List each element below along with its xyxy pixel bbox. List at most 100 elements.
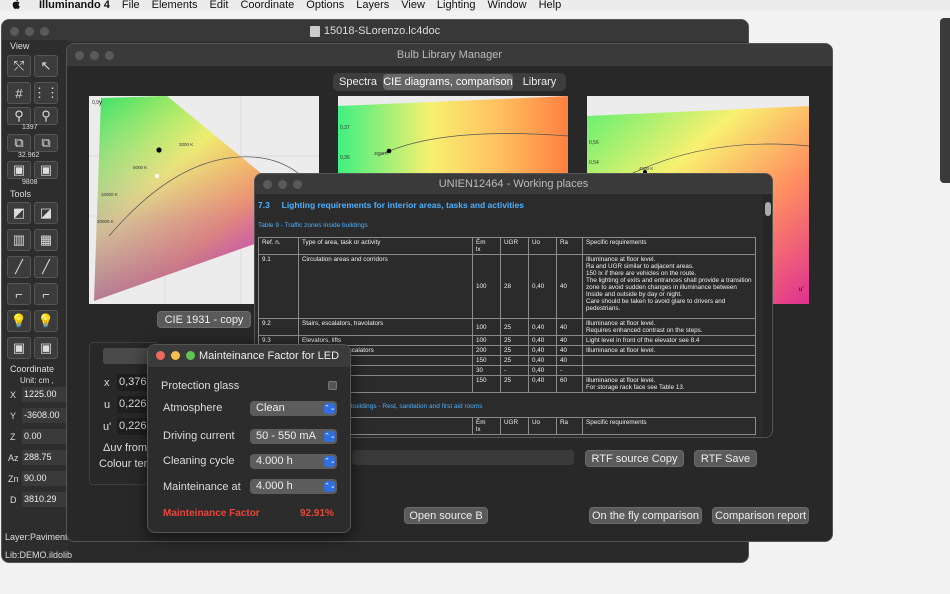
close-button[interactable] [263, 180, 272, 189]
close-button[interactable] [10, 27, 19, 36]
close-button[interactable] [156, 351, 165, 360]
grid-icon[interactable]: # [7, 82, 31, 104]
vertical-scrollbar[interactable] [763, 194, 772, 437]
table-cell: 25 [500, 355, 529, 366]
minimize-button[interactable] [171, 351, 180, 360]
select-arrow-icon: ⌃⌄ [324, 403, 336, 414]
coord-value-x[interactable]: 1225.00 [22, 387, 68, 402]
table-cell: 25 [500, 318, 529, 336]
rtf-save-button[interactable]: RTF Save [694, 450, 757, 467]
minimize-button[interactable] [25, 27, 34, 36]
cleaning-cycle-select[interactable]: 4.000 h ⌃⌄ [250, 454, 337, 469]
menu-edit[interactable]: Edit [210, 0, 229, 11]
zoom-button[interactable] [105, 51, 114, 60]
view-value-3: 9808 [22, 179, 38, 186]
table-cell: 150 [472, 375, 501, 393]
menu-lighting[interactable]: Lighting [437, 0, 476, 11]
escape-pointer-icon[interactable]: ↖ [34, 55, 58, 77]
polyline-tool-icon[interactable]: ⌐ [7, 283, 31, 305]
maintenance-factor-value: 92.91% [300, 508, 334, 519]
table-cell: Illuminance at floor level. [582, 345, 756, 356]
menu-options[interactable]: Options [306, 0, 344, 11]
pan-tool-icon[interactable]: ⤲ [7, 55, 31, 77]
snap-grid-icon[interactable]: ⋮⋮ [33, 82, 59, 104]
atmosphere-select[interactable]: Clean ⌃⌄ [250, 401, 337, 416]
cie1-axis-y: y [99, 100, 102, 106]
rtf-source-copy-button[interactable]: RTF source Copy [585, 450, 684, 467]
menu-file[interactable]: File [122, 0, 140, 11]
cie2-cct-label: 3000 K [374, 151, 388, 156]
wall-tool-icon[interactable]: ▥ [7, 229, 31, 251]
zoom-window-icon[interactable]: ⧉ [34, 134, 58, 152]
tab-spectra[interactable]: Spectra [333, 76, 383, 88]
coord-value-z[interactable]: 0.00 [22, 429, 68, 444]
line-alt-tool-icon[interactable]: ╱ [34, 256, 58, 278]
table-cell: 40 [556, 335, 583, 346]
maintenance-window-title: Mainteinance Factor for LED [199, 350, 340, 362]
mainteinance-at-label: Mainteinance at [163, 481, 241, 493]
on-the-fly-comparison-button[interactable]: On the fly comparison [589, 507, 702, 524]
line-tool-icon[interactable]: ╱ [7, 256, 31, 278]
table-cell: 100 [472, 335, 501, 346]
zoom-button[interactable] [293, 180, 302, 189]
fold-alt-tool-icon[interactable]: ◪ [34, 202, 58, 224]
menu-help[interactable]: Help [539, 0, 562, 11]
table-cell: Illuminance at floor level. Ra and UGR s… [582, 254, 756, 319]
menu-view[interactable]: View [401, 0, 425, 11]
table-header: Specific requirements [582, 237, 756, 255]
cie3-axis-u: u' [799, 287, 803, 293]
coord-value-zn[interactable]: 90.00 [22, 471, 68, 486]
table2-header: UGR [500, 417, 529, 435]
photo-tool-icon[interactable]: ▣ [7, 337, 31, 359]
table-cell: - [500, 365, 529, 376]
background-window-edge [940, 18, 950, 183]
cie2-tick-2: 0,36 [340, 155, 350, 161]
units-label: Unit: cm , [20, 376, 54, 385]
tab-cie-diagrams[interactable]: CIE diagrams, comparison [383, 74, 513, 90]
tab-library[interactable]: Library [513, 76, 566, 88]
table2-header: Uo [528, 417, 557, 435]
minimize-button[interactable] [90, 51, 99, 60]
lamp-tool-icon[interactable]: 💡 [7, 310, 31, 332]
coord-value-az[interactable]: 288.75 [22, 450, 68, 465]
table-cell: 60 [556, 375, 583, 393]
menu-window[interactable]: Window [487, 0, 526, 11]
mainteinance-at-select[interactable]: 4.000 h ⌃⌄ [250, 479, 337, 494]
coord-value-y[interactable]: -3608.00 [22, 408, 68, 423]
menu-app-name[interactable]: Illuminando 4 [39, 0, 110, 11]
minimize-button[interactable] [278, 180, 287, 189]
zoom-out-icon[interactable]: ⚲ [34, 107, 58, 125]
select-arrow-icon: ⌃⌄ [324, 456, 336, 467]
mainteinance-at-value: 4.000 h [256, 480, 293, 492]
cct-5000k: 5000 K [133, 165, 147, 170]
menu-layers[interactable]: Layers [356, 0, 389, 11]
zoom-button[interactable] [186, 351, 195, 360]
panel-tool-icon[interactable]: ▦ [34, 229, 58, 251]
lamp-alt-tool-icon[interactable]: 💡 [34, 310, 58, 332]
photo-alt-tool-icon[interactable]: ▣ [34, 337, 58, 359]
param-header-field [103, 348, 153, 364]
library-label: Lib:DEMO.ildolib [5, 550, 73, 560]
polyline-alt-tool-icon[interactable]: ⌐ [34, 283, 58, 305]
camera-add-icon[interactable]: ▣ [34, 161, 58, 179]
zoom-button[interactable] [40, 27, 49, 36]
protection-glass-checkbox[interactable] [328, 381, 337, 390]
driving-current-select[interactable]: 50 - 550 mA ⌃⌄ [250, 429, 337, 444]
table-caption: Table 9 - Traffic zones inside buildings [258, 222, 368, 229]
open-source-b-button[interactable]: Open source B [404, 507, 488, 524]
menu-coordinate[interactable]: Coordinate [240, 0, 294, 11]
menu-elements[interactable]: Elements [152, 0, 198, 11]
fold-tool-icon[interactable]: ◩ [7, 202, 31, 224]
coord-value-d[interactable]: 3810.29 [22, 492, 68, 507]
scrollbar-thumb[interactable] [765, 202, 771, 216]
apple-icon[interactable] [12, 0, 21, 12]
zoom-icon[interactable]: ⚲ [7, 107, 31, 125]
cie-1931-copy-button[interactable]: CIE 1931 - copy [157, 311, 251, 328]
table-cell: 200 [472, 345, 501, 356]
camera-icon[interactable]: ▣ [7, 161, 31, 179]
zoom-fit-icon[interactable]: ⧉ [7, 134, 31, 152]
table-cell: 40 [556, 345, 583, 356]
close-button[interactable] [75, 51, 84, 60]
cie2-tick-1: 0,37 [340, 125, 350, 131]
comparison-report-button[interactable]: Comparison report [712, 507, 809, 524]
